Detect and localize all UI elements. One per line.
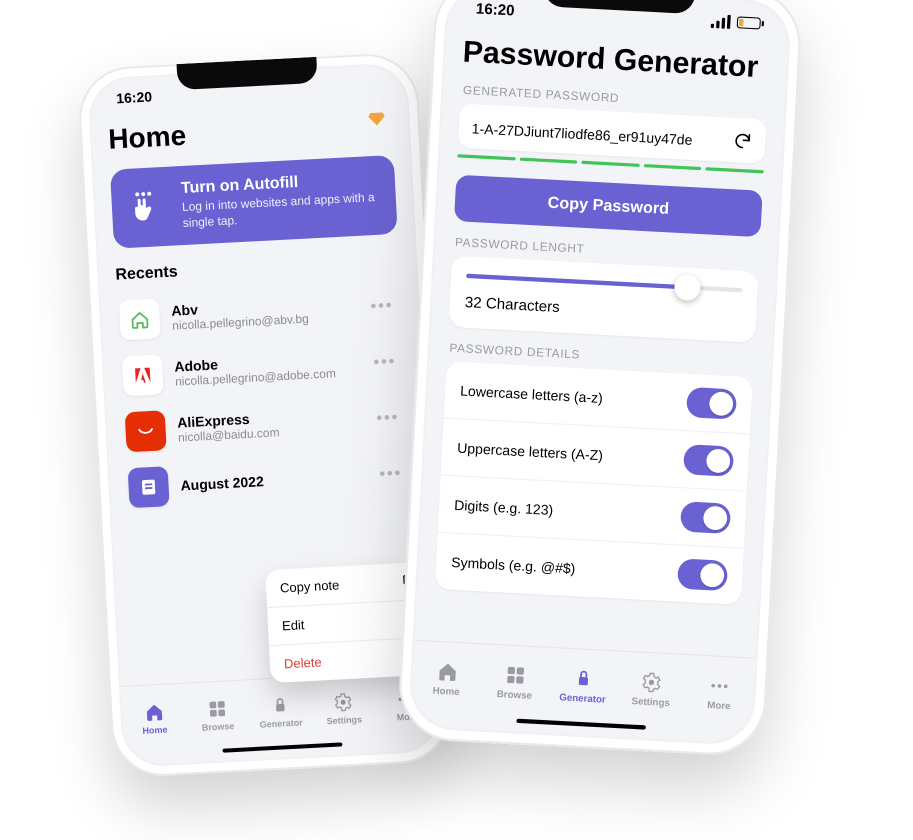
length-value: 32 Characters [464, 293, 741, 325]
more-icon [709, 675, 732, 698]
tab-bar: Home Browse Generator Settings More [121, 669, 441, 765]
premium-diamond-icon[interactable] [367, 109, 386, 128]
browse-icon [207, 698, 228, 719]
tab-bar: Home Browse Generator Settings More [410, 640, 755, 744]
tab-generator[interactable]: Generator [548, 666, 618, 705]
aliexpress-app-icon [125, 410, 167, 452]
more-icon[interactable]: ••• [364, 291, 400, 323]
phone-generator: 16:20 Password Generator GENERATED PASSW… [397, 0, 804, 757]
home-icon [143, 702, 164, 723]
more-icon[interactable]: ••• [373, 459, 409, 491]
details-card: Lowercase letters (a-z) Uppercase letter… [435, 361, 753, 605]
tab-browse[interactable]: Browse [480, 663, 550, 702]
tab-settings[interactable]: Settings [311, 691, 376, 727]
tab-home[interactable]: Home [412, 659, 482, 698]
more-icon[interactable]: ••• [370, 403, 406, 435]
autofill-promo[interactable]: Turn on Autofill Log in into websites an… [110, 155, 398, 249]
recent-name: August 2022 [180, 468, 362, 493]
home-icon [436, 660, 459, 683]
tab-generator[interactable]: Generator [248, 694, 313, 730]
tab-settings[interactable]: Settings [616, 670, 686, 709]
generator-icon [270, 695, 291, 716]
copy-password-button[interactable]: Copy Password [454, 175, 763, 237]
regenerate-icon[interactable] [724, 130, 753, 154]
page-title: Password Generator [462, 34, 770, 85]
toggle-digits[interactable] [680, 501, 731, 534]
tab-home[interactable]: Home [122, 701, 187, 737]
status-time: 16:20 [116, 88, 153, 106]
battery-icon [737, 16, 761, 29]
abv-app-icon [119, 299, 161, 341]
adobe-app-icon [122, 355, 164, 397]
length-card: 32 Characters [448, 256, 758, 343]
settings-icon [333, 692, 354, 713]
tab-browse[interactable]: Browse [185, 697, 250, 733]
status-time: 16:20 [475, 0, 515, 19]
phone-home: 16:20 Home Turn on Autofill Log in into … [77, 52, 454, 779]
signal-icon [711, 13, 731, 28]
generated-password-field[interactable]: 1-A-27DJiunt7liodfe86_er91uy47de [458, 104, 767, 164]
toggle-uppercase[interactable] [683, 444, 734, 477]
generator-icon [572, 667, 595, 690]
tab-more[interactable]: More [685, 673, 755, 712]
length-slider[interactable] [466, 274, 742, 293]
password-value: 1-A-27DJiunt7liodfe86_er91uy47de [471, 120, 724, 149]
browse-icon [504, 664, 527, 687]
toggle-symbols[interactable] [677, 558, 728, 591]
note-app-icon [128, 466, 170, 508]
settings-icon [640, 671, 663, 694]
toggle-lowercase[interactable] [686, 387, 737, 420]
page-title: Home [108, 109, 393, 156]
tap-icon [127, 186, 169, 228]
more-icon[interactable]: ••• [367, 347, 403, 379]
